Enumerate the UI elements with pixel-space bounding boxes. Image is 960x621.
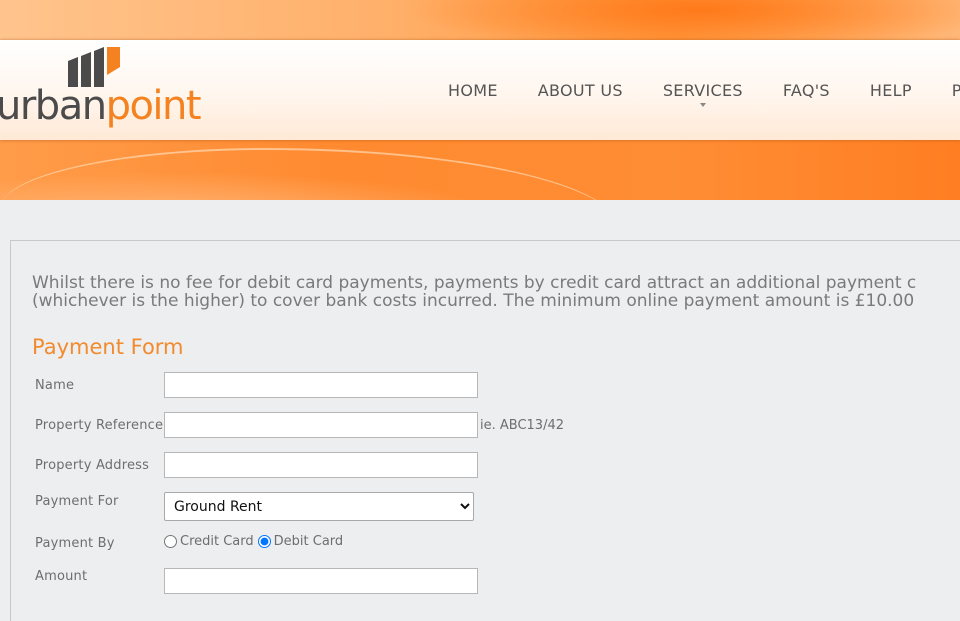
amount-label: Amount [35, 569, 88, 584]
nav-about-us-label: ABOUT US [537, 80, 623, 100]
property-reference-label: Property Reference [35, 418, 164, 433]
payment-by-debit-card[interactable]: Debit Card [257, 534, 344, 549]
form-title: Payment Form [32, 335, 184, 359]
nav-faqs-label: FAQ'S [782, 80, 830, 100]
chevron-down-icon [699, 102, 706, 107]
payment-for-select[interactable]: Ground Rent [164, 492, 474, 521]
nav-payments[interactable]: PA [932, 81, 960, 100]
debit-card-radio[interactable] [257, 535, 271, 548]
nav-faqs[interactable]: FAQ'S [763, 81, 850, 100]
property-reference-hint: ie. ABC13/42 [480, 418, 564, 433]
name-input[interactable] [164, 372, 478, 398]
property-address-input[interactable] [164, 452, 478, 478]
site-logo[interactable]: urbanpoint [0, 45, 202, 140]
nav-services[interactable]: SERVICES [643, 80, 763, 107]
content-panel: Whilst there is no fee for debit card pa… [10, 240, 960, 621]
nav-help[interactable]: HELP [850, 81, 932, 100]
nav-services-label: SERVICES [662, 80, 743, 100]
property-address-label: Property Address [35, 458, 150, 473]
nav-about-us[interactable]: ABOUT US [518, 81, 643, 100]
nav-help-label: HELP [869, 80, 912, 100]
logo-wordmark: urbanpoint [0, 82, 202, 130]
payment-notice: Whilst there is no fee for debit card pa… [32, 274, 960, 310]
nav-home-label: HOME [448, 80, 498, 100]
nav-home[interactable]: HOME [428, 81, 518, 100]
logo-bars-icon [68, 47, 120, 87]
notice-line-1: Whilst there is no fee for debit card pa… [32, 273, 917, 293]
notice-line-2: (whichever is the higher) to cover bank … [32, 291, 915, 311]
payment-by-label: Payment By [35, 536, 115, 551]
payment-by-credit-card[interactable]: Credit Card [164, 534, 254, 549]
debit-card-label: Debit Card [273, 534, 344, 549]
name-label: Name [35, 378, 75, 393]
amount-input[interactable] [164, 568, 478, 594]
logo-text-urban: urban [0, 83, 107, 129]
credit-card-label: Credit Card [180, 534, 254, 549]
payment-by-options: Credit Card Debit Card [164, 534, 347, 549]
logo-text-point: point [105, 83, 202, 129]
property-reference-input[interactable] [164, 412, 478, 438]
main-nav: HOME ABOUT US SERVICES FAQ'S HELP PA [428, 40, 960, 140]
header-bottom-banner [0, 140, 960, 200]
payment-for-label: Payment For [35, 494, 119, 509]
nav-payments-label: PA [951, 80, 960, 100]
credit-card-radio[interactable] [164, 535, 177, 548]
header-top-banner [0, 0, 960, 42]
